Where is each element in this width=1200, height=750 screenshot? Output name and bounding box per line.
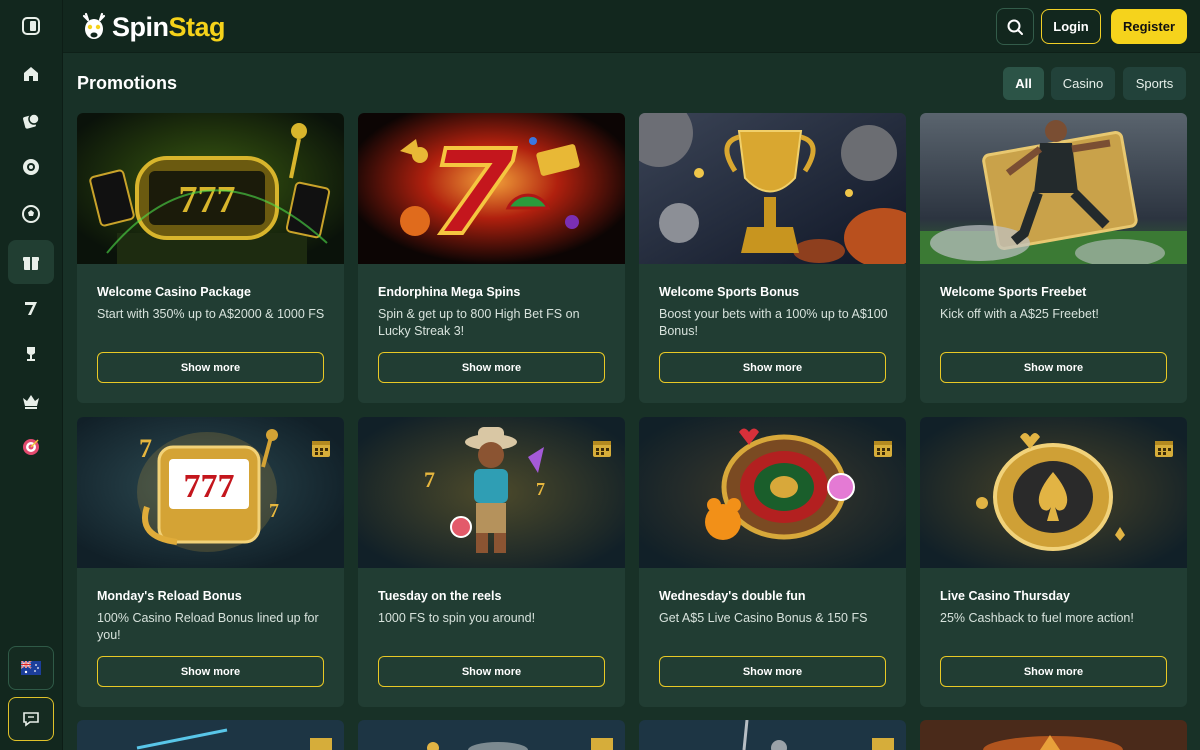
promo-description: Kick off with a A$25 Freebet! bbox=[940, 307, 1099, 321]
promo-title: Welcome Sports Bonus bbox=[659, 285, 800, 299]
promo-title: Endorphina Mega Spins bbox=[378, 285, 521, 299]
promo-card: 7 7 Tuesday on the reels 1000 FS to spin… bbox=[358, 417, 625, 707]
promo-title: Tuesday on the reels bbox=[378, 589, 502, 603]
australia-flag-icon[interactable] bbox=[8, 646, 54, 690]
sports-icon[interactable] bbox=[8, 192, 54, 236]
filter-all[interactable]: All bbox=[1003, 67, 1044, 100]
sidebar-toggle-icon[interactable] bbox=[8, 4, 54, 48]
filter-casino[interactable]: Casino bbox=[1051, 67, 1115, 100]
logo-text-spin: Spin bbox=[112, 11, 169, 42]
chat-icon[interactable] bbox=[8, 697, 54, 741]
header: SpinStag Login Register bbox=[63, 0, 1200, 53]
calendar-icon bbox=[874, 441, 892, 457]
logo-text-stag: Stag bbox=[168, 11, 226, 42]
svg-text:7: 7 bbox=[269, 500, 279, 522]
promo-card: Welcome Sports Bonus Boost your bets wit… bbox=[639, 113, 906, 403]
svg-text:7: 7 bbox=[536, 479, 545, 499]
show-more-button[interactable]: Show more bbox=[97, 352, 324, 383]
sidebar bbox=[0, 0, 63, 750]
promo-title: Welcome Casino Package bbox=[97, 285, 252, 299]
calendar-icon bbox=[1155, 441, 1173, 457]
promo-description: Start with 350% up to A$2000 & 1000 FS bbox=[97, 307, 325, 321]
show-more-button[interactable]: Show more bbox=[940, 352, 1167, 383]
promo-image-slot-machine[interactable]: 777 bbox=[77, 113, 344, 264]
promo-description: Boost your bets with a 100% up to A$100 … bbox=[659, 307, 888, 338]
live-casino-icon[interactable] bbox=[8, 145, 54, 189]
promo-description: 100% Casino Reload Bonus lined up for yo… bbox=[97, 611, 319, 642]
promo-card: Endorphina Mega Spins Spin & get up to 8… bbox=[358, 113, 625, 403]
show-more-button[interactable]: Show more bbox=[659, 352, 886, 383]
promo-description: 25% Cashback to fuel more action! bbox=[940, 611, 1134, 625]
promo-image-soccer-player[interactable] bbox=[920, 113, 1187, 264]
promo-card: Welcome Sports Freebet Kick off with a A… bbox=[920, 113, 1187, 403]
promo-card-partial[interactable] bbox=[358, 720, 625, 750]
promo-card: Live Casino Thursday 25% Cashback to fue… bbox=[920, 417, 1187, 707]
promo-title: Live Casino Thursday bbox=[940, 589, 1070, 603]
promo-image-cowboy[interactable]: 7 7 bbox=[358, 417, 625, 568]
promo-image-slot-777[interactable]: 777 7 7 bbox=[77, 417, 344, 568]
promo-title: Monday's Reload Bonus bbox=[97, 589, 242, 603]
promo-title: Wednesday's double fun bbox=[659, 589, 806, 603]
vip-crown-icon[interactable] bbox=[8, 379, 54, 423]
login-button[interactable]: Login bbox=[1041, 9, 1101, 44]
trophy-icon[interactable] bbox=[8, 332, 54, 376]
promotions-gift-icon[interactable] bbox=[8, 240, 54, 284]
promo-card: Wednesday's double fun Get A$5 Live Casi… bbox=[639, 417, 906, 707]
show-more-button[interactable]: Show more bbox=[659, 656, 886, 687]
promo-description: 1000 FS to spin you around! bbox=[378, 611, 536, 625]
logo[interactable]: SpinStag bbox=[78, 8, 226, 46]
stag-logo-icon bbox=[82, 12, 106, 39]
home-icon[interactable] bbox=[8, 52, 54, 96]
svg-text:777: 777 bbox=[179, 179, 236, 221]
promo-card: 777 Welcome Casino Package Start with 35… bbox=[77, 113, 344, 403]
search-icon bbox=[1007, 19, 1023, 35]
promo-card-partial[interactable] bbox=[77, 720, 344, 750]
calendar-icon bbox=[593, 441, 611, 457]
promo-description: Get A$5 Live Casino Bonus & 150 FS bbox=[659, 611, 868, 625]
promo-description: Spin & get up to 800 High Bet FS on Luck… bbox=[378, 307, 580, 338]
search-button[interactable] bbox=[996, 8, 1034, 45]
promo-card: 777 7 7 Monday's Reload Bonus 100% Casin… bbox=[77, 417, 344, 707]
promo-image-trophy[interactable] bbox=[639, 113, 906, 264]
calendar-icon bbox=[312, 441, 330, 457]
promo-image-lucky-seven[interactable] bbox=[358, 113, 625, 264]
show-more-button[interactable]: Show more bbox=[940, 656, 1167, 687]
target-icon[interactable] bbox=[8, 425, 54, 469]
promo-card-partial[interactable] bbox=[920, 720, 1187, 750]
filter-sports[interactable]: Sports bbox=[1123, 67, 1186, 100]
promo-image-spade-chip[interactable] bbox=[920, 417, 1187, 568]
casino-chip-icon[interactable] bbox=[8, 99, 54, 143]
promo-card-partial[interactable] bbox=[639, 720, 906, 750]
page-title: Promotions bbox=[77, 73, 178, 93]
show-more-button[interactable]: Show more bbox=[378, 352, 605, 383]
show-more-button[interactable]: Show more bbox=[378, 656, 605, 687]
svg-text:7: 7 bbox=[424, 467, 435, 492]
show-more-button[interactable]: Show more bbox=[97, 656, 324, 687]
svg-text:777: 777 bbox=[184, 468, 235, 505]
svg-text:7: 7 bbox=[139, 434, 152, 463]
promo-image-roulette[interactable] bbox=[639, 417, 906, 568]
register-button[interactable]: Register bbox=[1111, 9, 1187, 44]
promo-title: Welcome Sports Freebet bbox=[940, 285, 1087, 299]
lucky-seven-icon[interactable] bbox=[8, 286, 54, 330]
